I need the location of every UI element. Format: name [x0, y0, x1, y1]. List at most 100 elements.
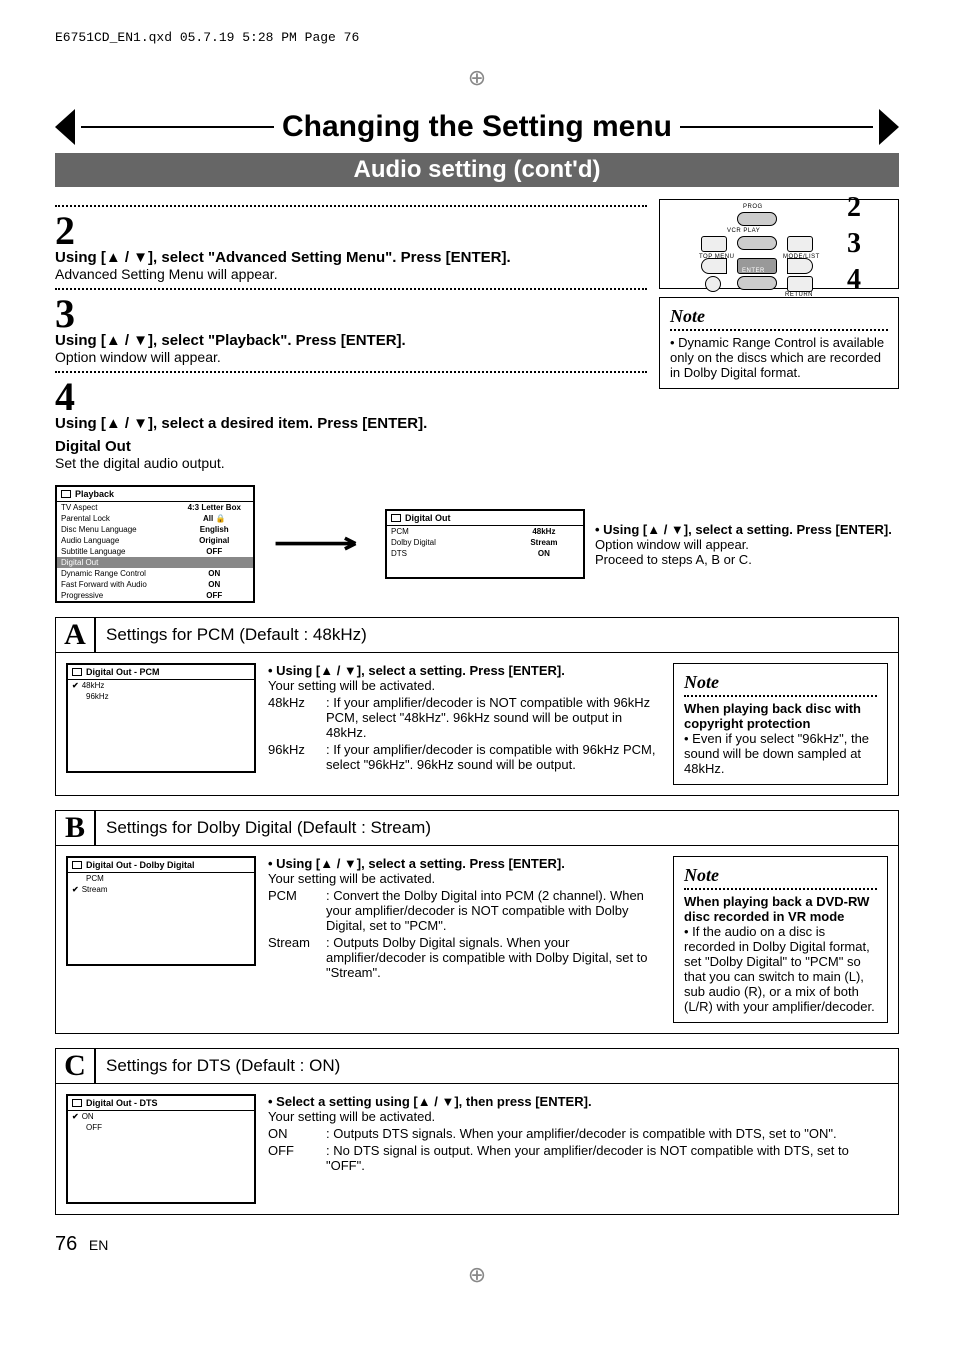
osd-digitalout-panel: Digital Out PCM48kHz Dolby DigitalStream…: [385, 509, 585, 579]
section-c-lead: • Select a setting using [▲ / ▼], then p…: [268, 1094, 888, 1109]
divider: [684, 888, 877, 890]
tv-icon: [72, 861, 82, 869]
remote-callout-4: 4: [847, 264, 861, 296]
flow-arrow-icon: [265, 524, 375, 564]
setting-key: 96kHz: [268, 742, 320, 772]
note-body: • If the audio on a disc is recorded in …: [684, 924, 877, 1014]
osd-item: 96kHz: [68, 691, 254, 702]
tv-icon: [391, 514, 401, 522]
page-lang: EN: [89, 1237, 108, 1253]
section-letter-a: A: [56, 618, 96, 652]
osd-value: 48kHz: [505, 526, 583, 537]
note-heading: When playing back a DVD-RW disc recorded…: [684, 894, 877, 924]
osd-playback-title: Playback: [75, 489, 114, 499]
setting-key: 48kHz: [268, 695, 320, 740]
osd-item: Dolby Digital: [387, 537, 505, 548]
setting-value: : Convert the Dolby Digital into PCM (2 …: [326, 888, 661, 933]
note-box-a: Note When playing back disc with copyrig…: [673, 663, 888, 785]
setting-key: OFF: [268, 1143, 320, 1173]
setting-key: Stream: [268, 935, 320, 980]
tv-icon: [72, 668, 82, 676]
setting-value: : Outputs Dolby Digital signals. When yo…: [326, 935, 661, 980]
tv-icon: [72, 1099, 82, 1107]
osd-item: Subtitle Language: [57, 546, 175, 557]
setting-key: PCM: [268, 888, 320, 933]
section-subtitle: Audio setting (cont'd): [55, 153, 899, 187]
note-box-b: Note When playing back a DVD-RW disc rec…: [673, 856, 888, 1023]
note-box-drc: Note • Dynamic Range Control is availabl…: [659, 297, 899, 389]
divider: [680, 126, 873, 128]
setting-value: : If your amplifier/decoder is NOT compa…: [326, 695, 661, 740]
section-b-lead: • Using [▲ / ▼], select a setting. Press…: [268, 856, 661, 871]
osd-value: 4:3 Letter Box: [175, 502, 253, 513]
osd-pcm-panel: Digital Out - PCM ✔48kHz 96kHz: [66, 663, 256, 773]
divider: [670, 329, 888, 331]
osd-dolby-title: Digital Out - Dolby Digital: [86, 860, 195, 870]
divider: [684, 695, 877, 697]
divider: [55, 288, 647, 290]
osd-value: All 🔒: [175, 513, 253, 524]
remote-button-extra: [705, 276, 721, 292]
remote-callout-3: 3: [847, 228, 861, 260]
remote-button-prog: [737, 212, 777, 226]
osd-value: Original: [175, 535, 253, 546]
osd-value: ON: [175, 568, 253, 579]
section-b-activated: Your setting will be activated.: [268, 871, 661, 886]
note-title: Note: [684, 865, 877, 886]
osd-value: OFF: [175, 546, 253, 557]
tv-icon: [61, 490, 71, 498]
title-banner: Changing the Setting menu: [55, 109, 899, 145]
cropmark-icon: ⊕: [55, 65, 899, 91]
step-4-instruction: Using [▲ / ▼], select a desired item. Pr…: [55, 415, 647, 432]
osd-playback-panel: Playback TV Aspect4:3 Letter Box Parenta…: [55, 485, 255, 603]
step-number-2: 2: [55, 213, 647, 249]
setting-key: ON: [268, 1126, 320, 1141]
osd-item: Disc Menu Language: [57, 524, 175, 535]
note-title: Note: [684, 672, 877, 693]
remote-button-dpad-down: [737, 276, 777, 290]
osd-dts-title: Digital Out - DTS: [86, 1098, 158, 1108]
remote-button-left: [701, 258, 727, 274]
page-number: 76: [55, 1233, 77, 1255]
remote-button-topmenu: [701, 236, 727, 252]
osd-item: Audio Language: [57, 535, 175, 546]
digitalout-instruction: • Using [▲ / ▼], select a setting. Press…: [595, 522, 899, 537]
osd-item: Parental Lock: [57, 513, 175, 524]
page-title: Changing the Setting menu: [282, 110, 672, 144]
remote-label-enter: ENTER: [738, 268, 765, 274]
remote-button-dpad-up: [737, 236, 777, 250]
note-body: • Dynamic Range Control is available onl…: [670, 335, 888, 380]
section-c: C Settings for DTS (Default : ON) Digita…: [55, 1048, 899, 1215]
osd-value: Stream: [505, 537, 583, 548]
page-footer: 76 EN: [55, 1233, 899, 1256]
section-letter-c: C: [56, 1049, 96, 1083]
check-icon: ✔: [72, 1112, 79, 1121]
osd-item: Fast Forward with Audio: [57, 579, 175, 590]
osd-item: ON: [82, 1112, 94, 1121]
osd-dolby-panel: Digital Out - Dolby Digital PCM ✔Stream: [66, 856, 256, 966]
osd-item: TV Aspect: [57, 502, 175, 513]
section-a: A Settings for PCM (Default : 48kHz) Dig…: [55, 617, 899, 796]
step-number-4: 4: [55, 379, 647, 415]
section-letter-b: B: [56, 811, 96, 845]
remote-label-vcrplay: VCR PLAY: [727, 228, 760, 234]
step-2-instruction: Using [▲ / ▼], select "Advanced Setting …: [55, 249, 647, 266]
remote-button-right: [787, 258, 813, 274]
osd-dts-panel: Digital Out - DTS ✔ON OFF: [66, 1094, 256, 1204]
osd-item: PCM: [387, 526, 505, 537]
setting-value: : No DTS signal is output. When your amp…: [326, 1143, 888, 1173]
section-b-title: Settings for Dolby Digital (Default : St…: [96, 811, 898, 845]
step-3-result: Option window will appear.: [55, 349, 647, 365]
divider: [55, 205, 647, 207]
setting-value: : Outputs DTS signals. When your amplifi…: [326, 1126, 837, 1141]
osd-value: ON: [505, 548, 583, 559]
remote-callout-2: 2: [847, 192, 861, 224]
osd-item: Dynamic Range Control: [57, 568, 175, 579]
osd-pcm-title: Digital Out - PCM: [86, 667, 160, 677]
step-4-subnote: Set the digital audio output.: [55, 455, 647, 471]
osd-item: 48kHz: [82, 681, 105, 690]
cropmark-icon: ⊕: [55, 1262, 899, 1288]
remote-button-return: [787, 276, 813, 292]
remote-button-enter: ENTER: [737, 258, 777, 274]
file-path-header: E6751CD_EN1.qxd 05.7.19 5:28 PM Page 76: [55, 30, 899, 45]
